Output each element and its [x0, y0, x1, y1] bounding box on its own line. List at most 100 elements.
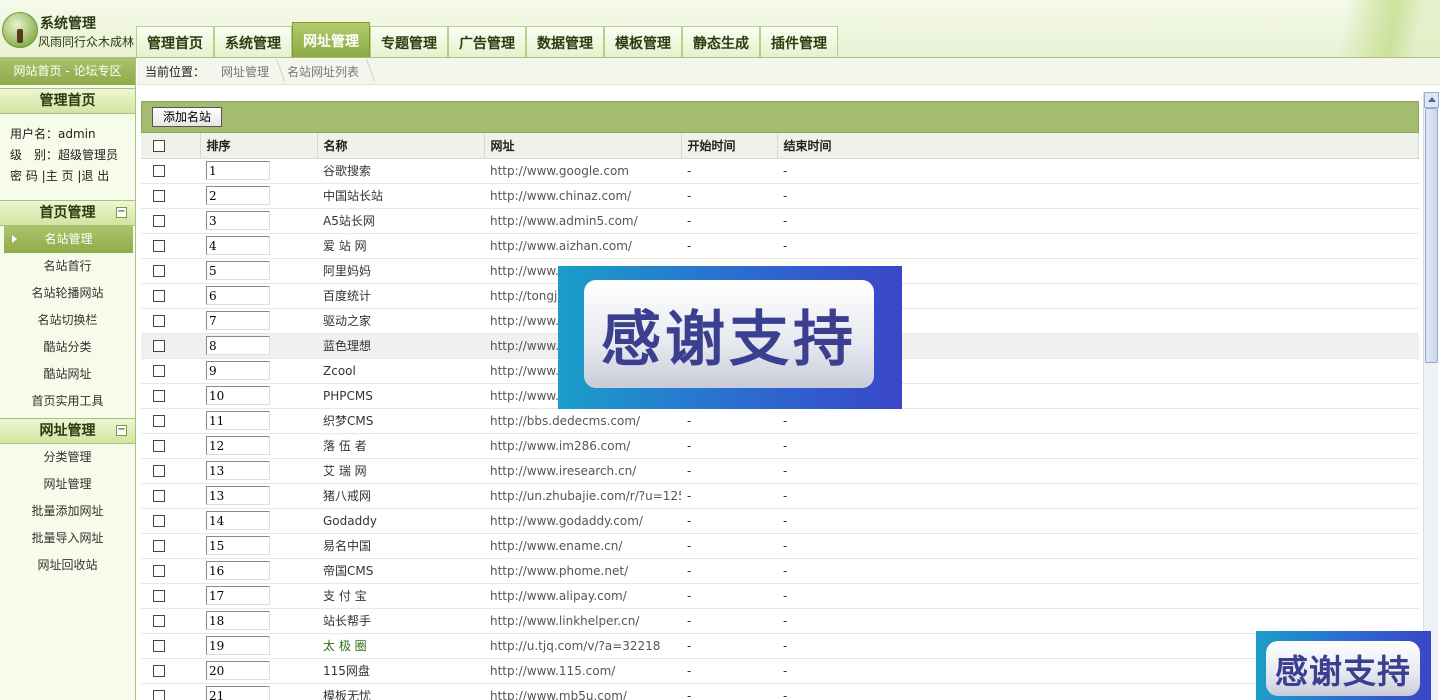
order-input[interactable]	[206, 586, 270, 605]
select-all-checkbox[interactable]	[153, 139, 165, 152]
row-checkbox[interactable]	[153, 340, 165, 352]
row-checkbox[interactable]	[153, 390, 165, 402]
order-input[interactable]	[206, 661, 270, 680]
sidebar-item[interactable]: 名站轮播网站	[0, 280, 135, 307]
row-checkbox[interactable]	[153, 590, 165, 602]
table-row: 115网盘http://www.115.com/--	[141, 658, 1419, 684]
nav-tab[interactable]: 管理首页	[136, 26, 214, 57]
scroll-thumb[interactable]	[1425, 108, 1438, 363]
row-checkbox[interactable]	[153, 165, 165, 177]
nav-tab[interactable]: 模板管理	[604, 26, 682, 57]
table-row: 猪八戒网http://un.zhubajie.com/r/?u=125...--	[141, 483, 1419, 509]
order-input[interactable]	[206, 186, 270, 205]
row-checkbox[interactable]	[153, 365, 165, 377]
sidebar-item[interactable]: 酷站分类	[0, 334, 135, 361]
nav-tab[interactable]: 专题管理	[370, 26, 448, 57]
order-input[interactable]	[206, 511, 270, 530]
row-checkbox[interactable]	[153, 265, 165, 277]
order-input[interactable]	[206, 361, 270, 380]
breadcrumb-label: 当前位置：	[145, 64, 206, 79]
order-input[interactable]	[206, 311, 270, 330]
sidebar-item[interactable]: 批量添加网址	[0, 498, 135, 525]
sidebar-section-home[interactable]: 管理首页	[0, 88, 135, 114]
order-input[interactable]	[206, 636, 270, 655]
thanks-badge-text: 感谢支持	[1266, 641, 1420, 696]
row-checkbox[interactable]	[153, 640, 165, 652]
site-name: 爱 站 网	[317, 233, 484, 259]
sidebar-top-link[interactable]: 网站首页 - 论坛专区	[0, 58, 135, 85]
select-all-cell	[141, 133, 201, 159]
thanks-badge: 感谢支持	[1256, 631, 1431, 700]
nav-tab[interactable]: 数据管理	[526, 26, 604, 57]
order-input[interactable]	[206, 286, 270, 305]
home-link[interactable]: |主 页	[42, 169, 74, 183]
row-select-cell	[141, 633, 200, 659]
row-checkbox[interactable]	[153, 515, 165, 527]
breadcrumb-item[interactable]: 名站网址列表	[279, 63, 369, 80]
site-table: 排序 名称 网址 开始时间 结束时间 谷歌搜索http://www.google…	[141, 133, 1419, 700]
start-time: -	[681, 233, 777, 259]
vertical-scrollbar[interactable]	[1423, 92, 1439, 700]
sidebar-section-url-mgmt[interactable]: 网址管理 −	[0, 418, 135, 444]
nav-tab[interactable]: 系统管理	[214, 26, 292, 57]
order-cell	[200, 583, 317, 609]
order-input[interactable]	[206, 536, 270, 555]
row-select-cell	[141, 583, 200, 609]
row-checkbox[interactable]	[153, 490, 165, 502]
order-input[interactable]	[206, 561, 270, 580]
sidebar-item[interactable]: 网址回收站	[0, 552, 135, 579]
order-input[interactable]	[206, 261, 270, 280]
logout-link[interactable]: |退 出	[77, 169, 109, 183]
sidebar-item[interactable]: 名站管理	[4, 226, 133, 253]
order-input[interactable]	[206, 386, 270, 405]
order-input[interactable]	[206, 436, 270, 455]
nav-tab[interactable]: 广告管理	[448, 26, 526, 57]
order-input[interactable]	[206, 461, 270, 480]
sidebar-item[interactable]: 首页实用工具	[0, 388, 135, 415]
row-checkbox[interactable]	[153, 540, 165, 552]
sidebar-item[interactable]: 网址管理	[0, 471, 135, 498]
row-checkbox[interactable]	[153, 565, 165, 577]
row-checkbox[interactable]	[153, 440, 165, 452]
nav-tab[interactable]: 网址管理	[292, 22, 370, 57]
nav-tab[interactable]: 插件管理	[760, 26, 838, 57]
order-input[interactable]	[206, 236, 270, 255]
sidebar-item[interactable]: 名站切换栏	[0, 307, 135, 334]
row-select-cell	[141, 258, 200, 284]
row-checkbox[interactable]	[153, 315, 165, 327]
sidebar-section-homepage-mgmt[interactable]: 首页管理 −	[0, 200, 135, 226]
collapse-icon[interactable]: −	[116, 207, 127, 218]
breadcrumb-item[interactable]: 网址管理	[213, 63, 279, 80]
order-input[interactable]	[206, 161, 270, 180]
order-input[interactable]	[206, 611, 270, 630]
collapse-icon[interactable]: −	[116, 425, 127, 436]
sidebar-item[interactable]: 批量导入网址	[0, 525, 135, 552]
table-row: 中国站长站http://www.chinaz.com/--	[141, 183, 1419, 209]
add-site-button[interactable]: 添加名站	[152, 107, 223, 127]
order-input[interactable]	[206, 486, 270, 505]
order-input[interactable]	[206, 211, 270, 230]
row-checkbox[interactable]	[153, 190, 165, 202]
sidebar-item[interactable]: 酷站网址	[0, 361, 135, 388]
row-checkbox[interactable]	[153, 665, 165, 677]
scroll-up-arrow-icon[interactable]	[1424, 92, 1439, 108]
row-checkbox[interactable]	[153, 690, 165, 700]
row-checkbox[interactable]	[153, 290, 165, 302]
site-url: http://un.zhubajie.com/r/?u=125...	[484, 483, 681, 509]
order-input[interactable]	[206, 336, 270, 355]
order-cell	[200, 158, 317, 184]
order-cell	[200, 683, 317, 700]
row-checkbox[interactable]	[153, 240, 165, 252]
row-checkbox[interactable]	[153, 615, 165, 627]
row-checkbox[interactable]	[153, 415, 165, 427]
row-checkbox[interactable]	[153, 215, 165, 227]
sidebar-item[interactable]: 分类管理	[0, 444, 135, 471]
password-link[interactable]: 密 码	[10, 169, 38, 183]
row-select-cell	[141, 658, 200, 684]
sidebar-item[interactable]: 名站首行	[0, 253, 135, 280]
order-input[interactable]	[206, 411, 270, 430]
nav-tab[interactable]: 静态生成	[682, 26, 760, 57]
order-cell	[200, 383, 317, 409]
row-checkbox[interactable]	[153, 465, 165, 477]
order-input[interactable]	[206, 686, 270, 700]
